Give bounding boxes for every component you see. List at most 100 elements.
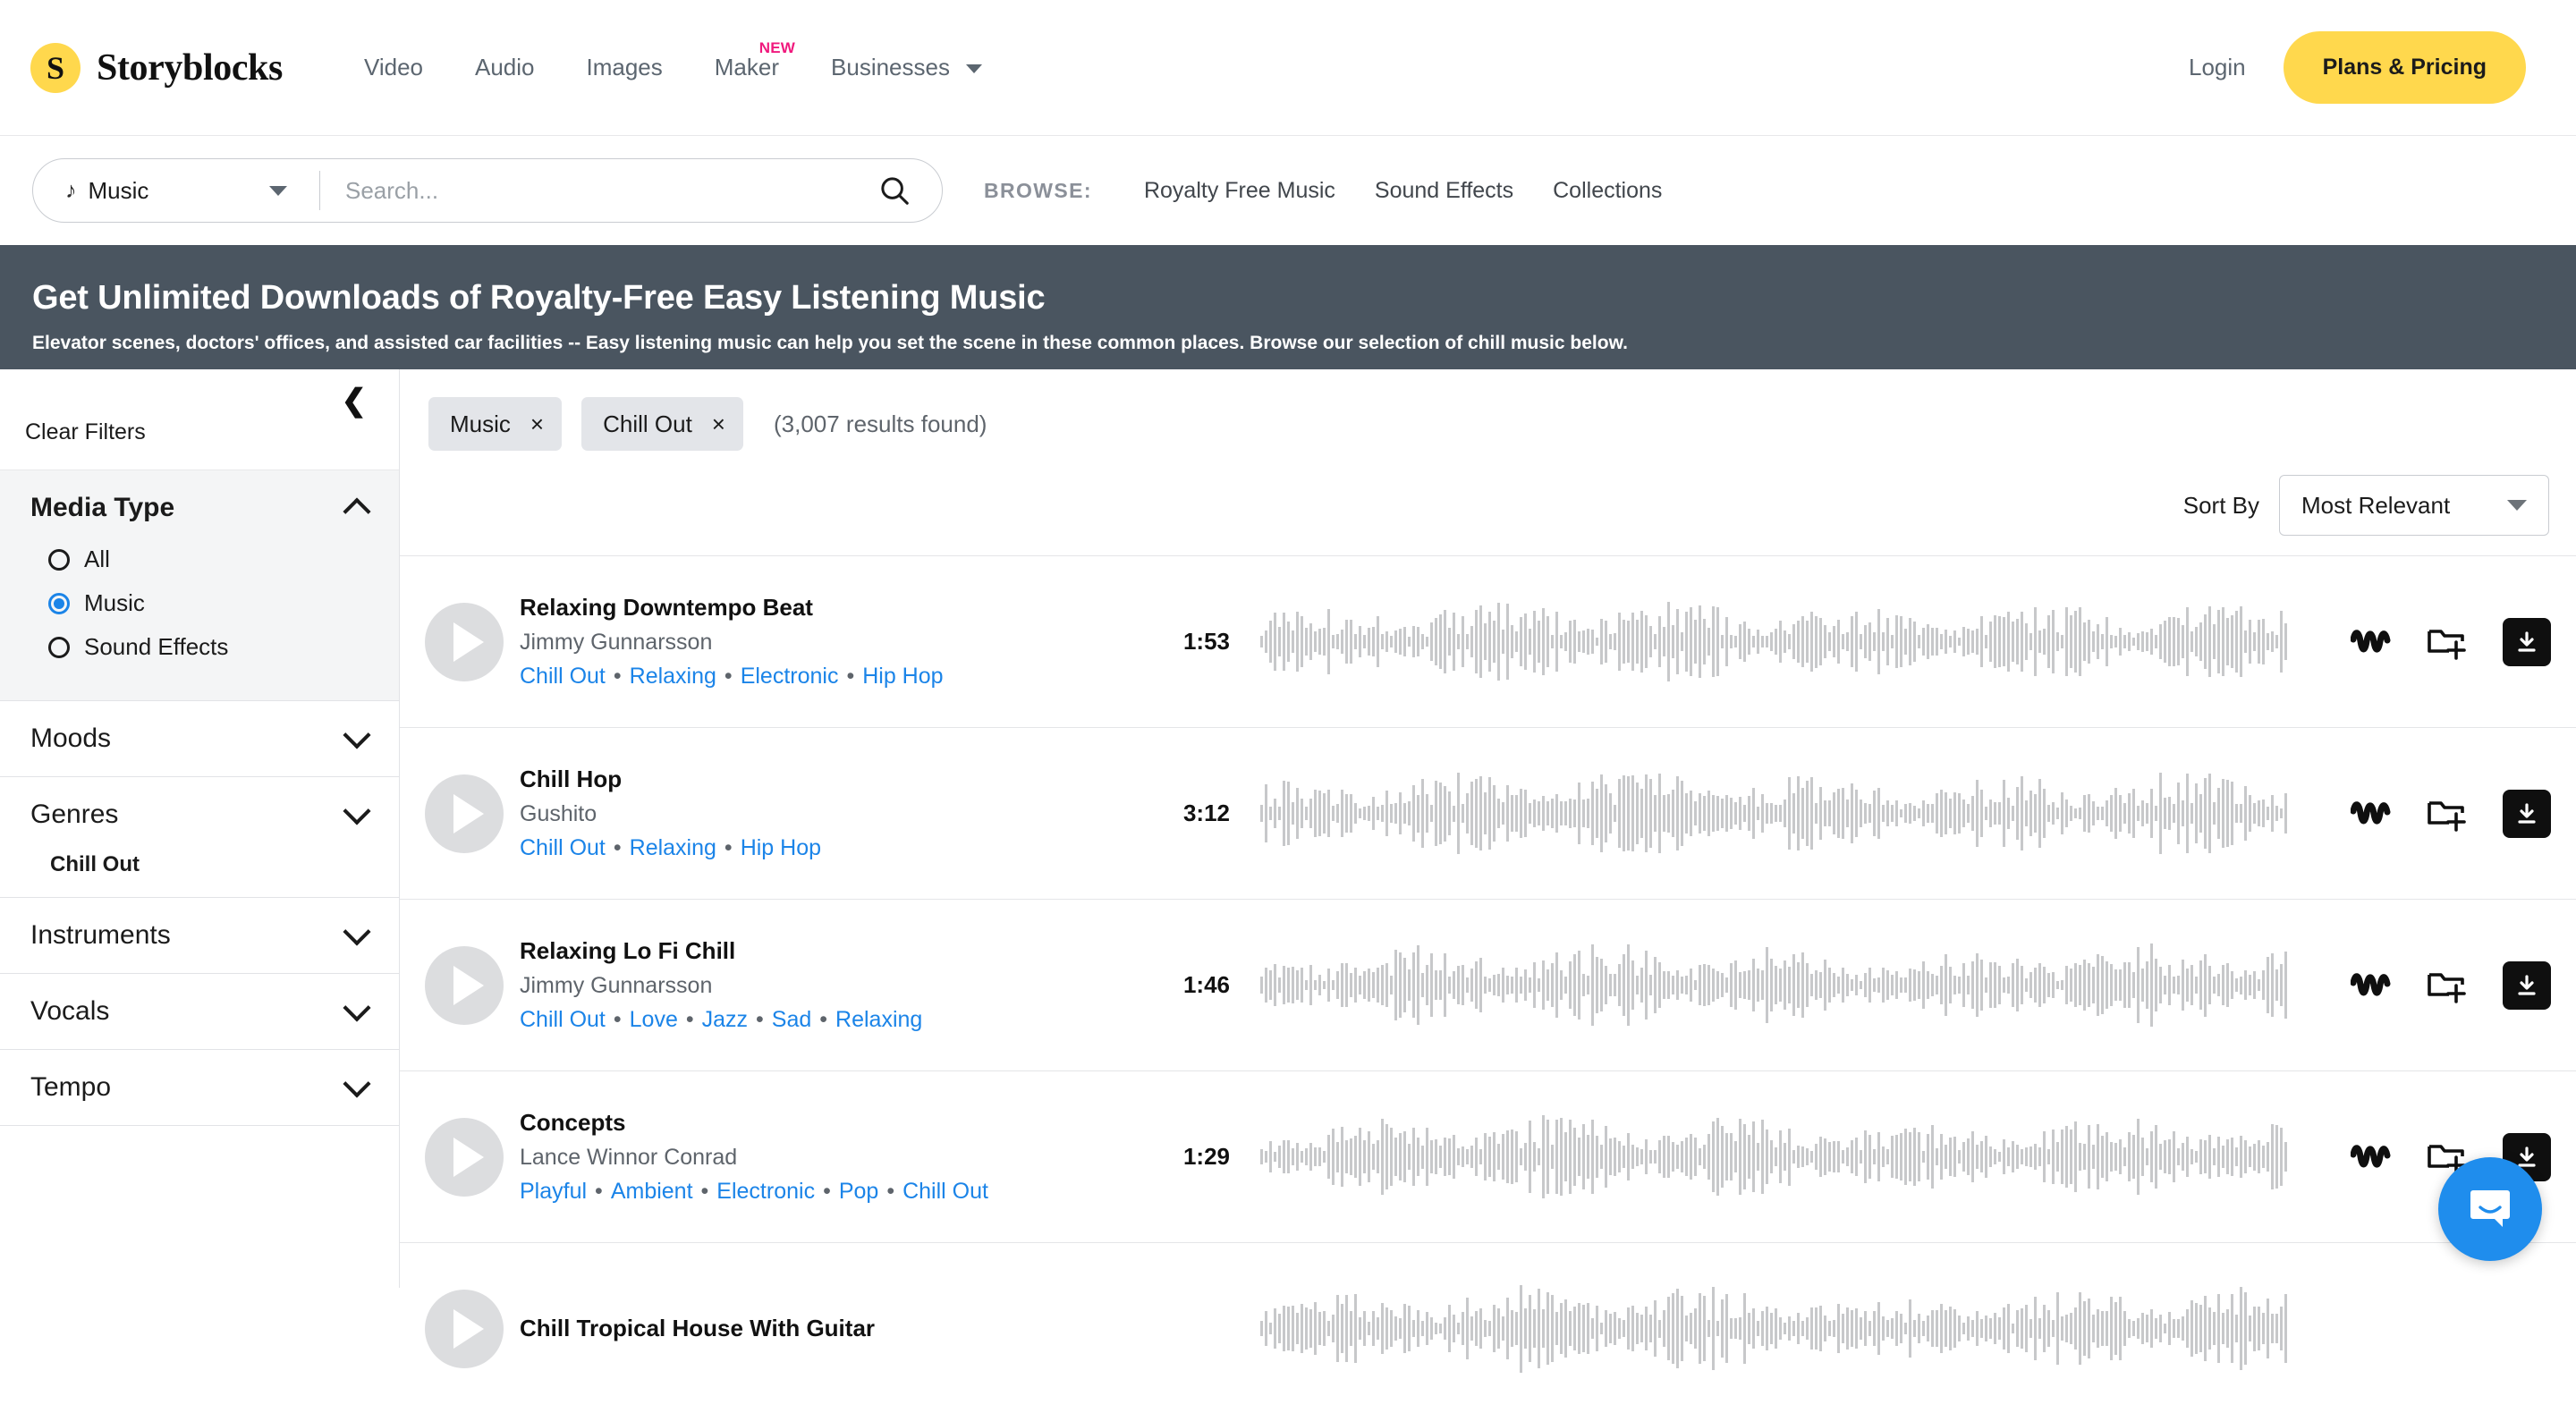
download-icon[interactable] (2503, 617, 2551, 666)
track-title[interactable]: Chill Tropical House With Guitar (520, 1315, 1155, 1342)
waveform-bar (1605, 966, 1607, 1004)
waveform-bar (1873, 1148, 1876, 1165)
filter-chip-music[interactable]: Music × (428, 397, 563, 451)
track-tag[interactable]: Hip Hop (741, 835, 821, 860)
waveform-bar (1703, 619, 1706, 664)
track-row[interactable]: Relaxing Lo Fi Chill Jimmy Gunnarsson Ch… (400, 900, 2576, 1071)
waveform[interactable] (1260, 769, 2313, 859)
chevron-left-icon[interactable]: ❮ (342, 385, 368, 416)
maker-waveform-icon[interactable] (2351, 799, 2392, 829)
nav-item-images[interactable]: Images (561, 54, 689, 81)
chat-widget-button[interactable] (2438, 1157, 2542, 1261)
waveform-bar (1631, 960, 1634, 1011)
track-row[interactable]: Chill Hop Gushito Chill Out • Relaxing • Hip… (400, 728, 2576, 900)
maker-waveform-icon[interactable] (2351, 1142, 2392, 1172)
browse-link-sound-effects[interactable]: Sound Effects (1355, 178, 1533, 204)
brand-logo[interactable]: S Storyblocks (30, 42, 283, 93)
filter-header-genres[interactable]: Genres (30, 777, 371, 852)
waveform-bar (1685, 975, 1688, 995)
play-button[interactable] (425, 1289, 504, 1368)
browse-link-royalty-free-music[interactable]: Royalty Free Music (1124, 178, 1355, 204)
waveform-bar (1448, 627, 1451, 656)
add-to-folder-icon[interactable] (2426, 622, 2469, 662)
track-tag[interactable]: Relaxing (630, 835, 716, 860)
close-icon[interactable]: × (712, 410, 725, 438)
search-input[interactable] (320, 176, 869, 205)
track-row[interactable]: Chill Tropical House With Guitar (400, 1243, 2576, 1413)
sort-by-select[interactable]: Most Relevant (2279, 475, 2549, 536)
waveform-bar (1636, 782, 1639, 845)
play-button[interactable] (425, 1117, 504, 1197)
waveform-bar (1511, 625, 1513, 658)
track-tag[interactable]: Chill Out (520, 835, 606, 860)
track-tag[interactable]: Relaxing (835, 1007, 922, 1032)
track-row[interactable]: Concepts Lance Winnor Conrad Playful • Amb… (400, 1071, 2576, 1243)
filter-header-media-type[interactable]: Media Type (30, 470, 371, 546)
track-title[interactable]: Concepts (520, 1109, 1155, 1137)
track-tag[interactable]: Chill Out (520, 664, 606, 689)
filter-header-moods[interactable]: Moods (30, 701, 371, 776)
waveform-bar (1815, 802, 1818, 825)
maker-waveform-icon[interactable] (2351, 627, 2392, 657)
track-tag[interactable]: Hip Hop (862, 664, 943, 689)
close-icon[interactable]: × (530, 410, 544, 438)
waveform-bar (1627, 1133, 1630, 1180)
play-button[interactable] (425, 774, 504, 853)
waveform-bar (2253, 970, 2256, 1000)
radio-option-sound-effects[interactable]: Sound Effects (48, 633, 367, 661)
waveform[interactable] (1260, 597, 2313, 687)
radio-option-all[interactable]: All (48, 546, 367, 573)
track-tag[interactable]: Relaxing (630, 664, 716, 689)
waveform-bar (1860, 634, 1862, 649)
waveform-bar (1618, 963, 1621, 1007)
maker-waveform-icon[interactable] (2351, 970, 2392, 1001)
waveform-bar (1980, 615, 1983, 668)
top-header: S Storyblocks Video Audio Images Maker N… (0, 0, 2576, 136)
waveform-bar (1538, 977, 1540, 993)
download-icon[interactable] (2503, 789, 2551, 838)
track-title[interactable]: Chill Hop (520, 766, 1155, 793)
waveform[interactable] (1260, 941, 2313, 1030)
track-tag[interactable]: Pop (839, 1179, 878, 1204)
track-tag[interactable]: Jazz (702, 1007, 748, 1032)
nav-item-maker[interactable]: Maker NEW (689, 39, 805, 81)
track-tag[interactable]: Electronic (741, 664, 839, 689)
waveform-bar (1390, 976, 1393, 994)
download-icon[interactable] (2503, 960, 2551, 1010)
track-tag[interactable]: Chill Out (902, 1179, 988, 1204)
track-tag[interactable]: Love (630, 1007, 678, 1032)
filter-header-vocals[interactable]: Vocals (30, 974, 371, 1049)
search-type-selector[interactable]: ♪ Music (33, 159, 319, 222)
filter-header-tempo[interactable]: Tempo (30, 1050, 371, 1125)
clear-filters-button[interactable]: Clear Filters (25, 419, 146, 445)
filter-chip-chill-out[interactable]: Chill Out × (581, 397, 743, 451)
browse-link-collections[interactable]: Collections (1533, 178, 1682, 204)
nav-item-businesses[interactable]: Businesses (805, 54, 1008, 81)
waveform-bar (2159, 623, 2162, 660)
waveform-bar (2097, 1124, 2099, 1189)
waveform-bar (1421, 1145, 1424, 1169)
login-link[interactable]: Login (2151, 54, 2284, 81)
play-button[interactable] (425, 945, 504, 1025)
track-title[interactable]: Relaxing Lo Fi Chill (520, 937, 1155, 965)
search-submit-button[interactable] (869, 173, 942, 207)
radio-option-music[interactable]: Music (48, 589, 367, 617)
waveform-bar (1462, 803, 1464, 824)
nav-item-audio[interactable]: Audio (449, 54, 561, 81)
track-tag[interactable]: Sad (772, 1007, 811, 1032)
nav-item-video[interactable]: Video (338, 54, 449, 81)
add-to-folder-icon[interactable] (2426, 966, 2469, 1005)
track-tag[interactable]: Chill Out (520, 1007, 606, 1032)
waveform[interactable] (1260, 1284, 2513, 1374)
add-to-folder-icon[interactable] (2426, 794, 2469, 833)
filter-header-instruments[interactable]: Instruments (30, 898, 371, 973)
plans-and-pricing-button[interactable]: Plans & Pricing (2283, 31, 2526, 104)
track-row[interactable]: Relaxing Downtempo Beat Jimmy Gunnarsson… (400, 556, 2576, 728)
track-tag[interactable]: Ambient (611, 1179, 693, 1204)
play-button[interactable] (425, 602, 504, 681)
waveform[interactable] (1260, 1113, 2313, 1202)
track-tag[interactable]: Electronic (716, 1179, 815, 1204)
waveform-bar (1797, 620, 1800, 664)
track-tag[interactable]: Playful (520, 1179, 587, 1204)
track-title[interactable]: Relaxing Downtempo Beat (520, 594, 1155, 622)
